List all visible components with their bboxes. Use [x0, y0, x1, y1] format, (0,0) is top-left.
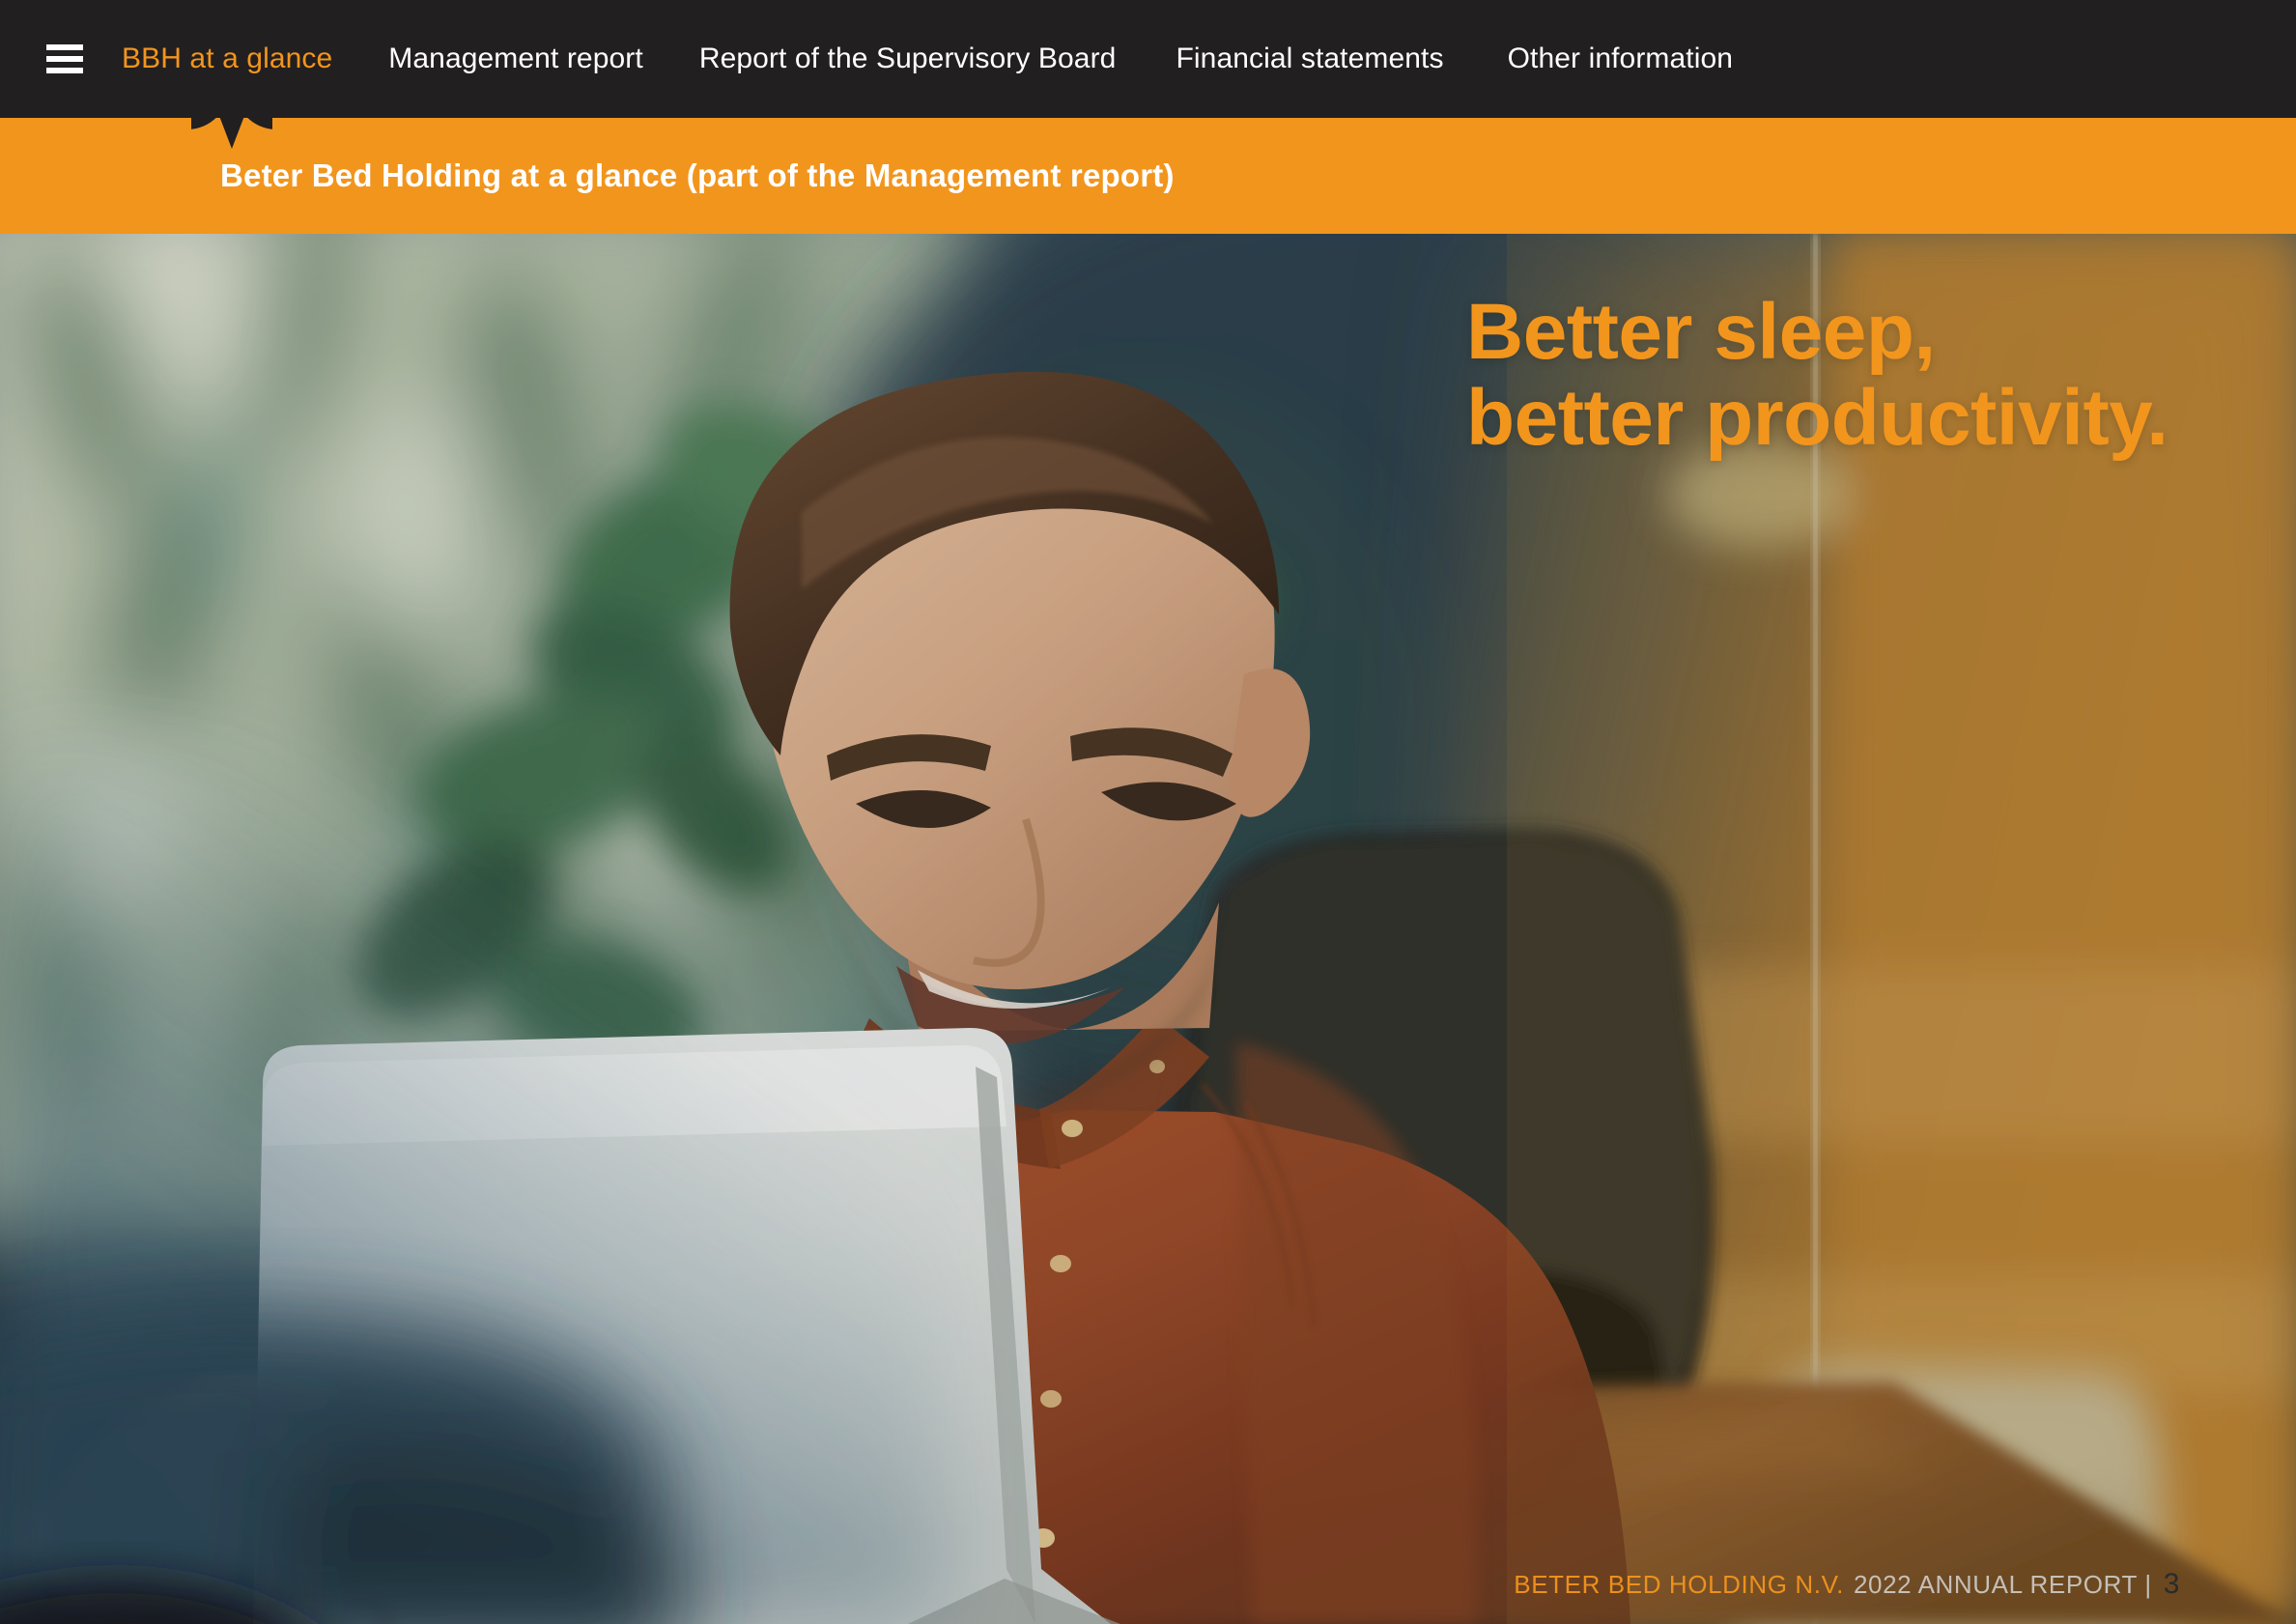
nav-item-management-report[interactable]: Management report	[388, 37, 643, 81]
footer-report-label: 2022 ANNUAL REPORT |	[1853, 1570, 2152, 1599]
breadcrumb-title: Beter Bed Holding at a glance (part of t…	[220, 157, 1175, 193]
hamburger-bar-2	[46, 56, 83, 62]
hamburger-bar-3	[46, 68, 83, 73]
hero-headline: Better sleep, better productivity.	[1466, 288, 2168, 462]
hamburger-menu-icon[interactable]	[46, 44, 83, 73]
page-footer: BETER BED HOLDING N.V. 2022 ANNUAL REPOR…	[1514, 1568, 2180, 1601]
nav-item-report-of-the-supervisory-board[interactable]: Report of the Supervisory Board	[699, 37, 1117, 81]
footer-brand: BETER BED HOLDING N.V.	[1514, 1570, 1844, 1599]
headline-line-1: Better sleep,	[1466, 288, 1936, 376]
nav-item-bbh-at-a-glance[interactable]: BBH at a glance	[122, 37, 332, 81]
top-navigation-bar: BBH at a glance Management report Report…	[0, 0, 2296, 118]
headline-line-2: better productivity.	[1466, 373, 2168, 462]
nav-item-financial-statements[interactable]: Financial statements	[1176, 37, 1443, 81]
annual-report-page: BBH at a glance Management report Report…	[0, 0, 2296, 1624]
footer-page-number: 3	[2163, 1568, 2180, 1600]
nav-item-other-information[interactable]: Other information	[1508, 37, 1733, 81]
nav-item-list: BBH at a glance Management report Report…	[122, 37, 1733, 81]
breadcrumb-band: Beter Bed Holding at a glance (part of t…	[0, 118, 2296, 234]
hamburger-bar-1	[46, 44, 83, 50]
